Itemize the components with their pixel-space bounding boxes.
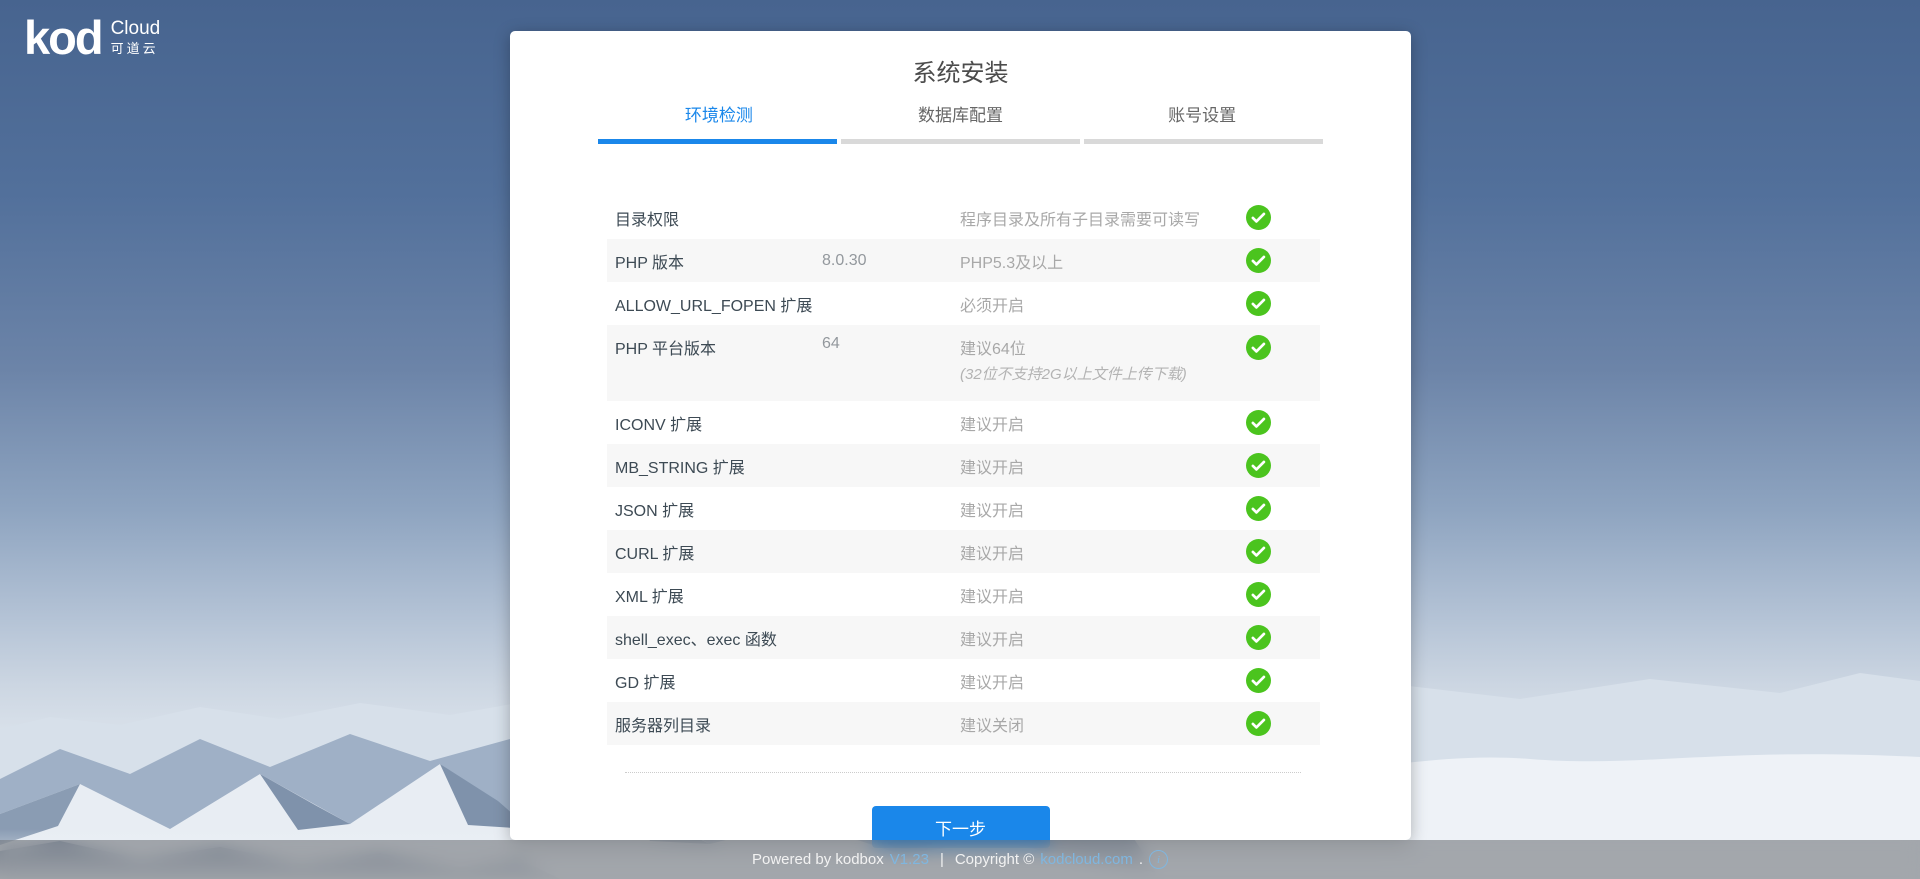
- table-row: GD 扩展 建议开启: [607, 659, 1320, 702]
- check-success-icon: [1246, 248, 1271, 273]
- check-item-requirement: 建议开启: [960, 540, 1246, 564]
- kodcloud-logo: kod Cloud 可道云: [24, 14, 160, 61]
- check-item-requirement: 建议关闭: [960, 712, 1246, 736]
- table-row: 目录权限 程序目录及所有子目录需要可读写: [607, 196, 1320, 239]
- table-row: PHP 平台版本 64 建议64位 (32位不支持2G以上文件上传下载): [607, 325, 1320, 401]
- table-row: 服务器列目录 建议关闭: [607, 702, 1320, 745]
- check-success-icon: [1246, 625, 1271, 650]
- check-success-icon: [1246, 496, 1271, 521]
- check-item-value: 64: [822, 335, 960, 353]
- check-item-requirement: PHP5.3及以上: [960, 249, 1246, 273]
- footer-separator: |: [940, 851, 944, 868]
- check-success-icon: [1246, 668, 1271, 693]
- footer-period: .: [1139, 851, 1143, 868]
- check-success-icon: [1246, 539, 1271, 564]
- copyright-text: Copyright ©: [955, 851, 1034, 868]
- logo-cloud-text: Cloud: [111, 19, 161, 40]
- table-row: ICONV 扩展 建议开启: [607, 401, 1320, 444]
- check-item-requirement: 建议开启: [960, 454, 1246, 478]
- progress-segment-environment: [598, 139, 837, 144]
- check-item-value: 8.0.30: [822, 252, 960, 270]
- footer-bar: Powered by kodbox V1.23 | Copyright © ko…: [0, 840, 1920, 879]
- check-item-requirement: 建议开启: [960, 497, 1246, 521]
- tab-environment-check[interactable]: 环境检测: [598, 105, 840, 127]
- table-row: JSON 扩展 建议开启: [607, 487, 1320, 530]
- installer-tabs: 环境检测 数据库配置 账号设置: [598, 105, 1323, 127]
- check-item-name: JSON 扩展: [607, 497, 822, 521]
- divider: [625, 772, 1301, 773]
- tab-database-config[interactable]: 数据库配置: [840, 105, 1082, 127]
- table-row: PHP 版本 8.0.30 PHP5.3及以上: [607, 239, 1320, 282]
- info-icon[interactable]: i: [1149, 850, 1168, 869]
- check-item-name: 目录权限: [607, 206, 822, 230]
- powered-by-text: Powered by kodbox: [752, 851, 884, 868]
- kodcloud-link[interactable]: kodcloud.com: [1040, 851, 1133, 868]
- check-item-name: GD 扩展: [607, 669, 822, 693]
- check-item-name: MB_STRING 扩展: [607, 454, 822, 478]
- check-item-requirement: 建议开启: [960, 411, 1246, 435]
- logo-chinese-text: 可道云: [111, 42, 161, 56]
- check-success-icon: [1246, 410, 1271, 435]
- check-success-icon: [1246, 711, 1271, 736]
- step-progress-bar: [598, 139, 1323, 144]
- page-title: 系统安装: [510, 59, 1411, 89]
- check-item-name: PHP 版本: [607, 249, 822, 273]
- check-success-icon: [1246, 335, 1271, 360]
- progress-segment-account: [1084, 139, 1323, 144]
- version-link[interactable]: V1.23: [890, 851, 929, 868]
- check-item-name: CURL 扩展: [607, 540, 822, 564]
- check-item-requirement: 必须开启: [960, 292, 1246, 316]
- check-item-requirement: 建议64位 (32位不支持2G以上文件上传下载): [960, 335, 1246, 384]
- check-item-name: PHP 平台版本: [607, 335, 822, 359]
- check-item-name: shell_exec、exec 函数: [607, 626, 822, 650]
- table-row: shell_exec、exec 函数 建议开启: [607, 616, 1320, 659]
- check-item-name: ALLOW_URL_FOPEN 扩展: [607, 292, 822, 316]
- check-item-requirement: 建议开启: [960, 669, 1246, 693]
- check-item-name: XML 扩展: [607, 583, 822, 607]
- check-success-icon: [1246, 205, 1271, 230]
- check-success-icon: [1246, 453, 1271, 478]
- check-item-name: ICONV 扩展: [607, 411, 822, 435]
- check-item-requirement: 建议开启: [960, 626, 1246, 650]
- tab-account-setup[interactable]: 账号设置: [1081, 105, 1323, 127]
- table-row: ALLOW_URL_FOPEN 扩展 必须开启: [607, 282, 1320, 325]
- logo-kod-text: kod: [24, 14, 102, 61]
- table-row: XML 扩展 建议开启: [607, 573, 1320, 616]
- table-row: CURL 扩展 建议开启: [607, 530, 1320, 573]
- check-item-requirement: 建议开启: [960, 583, 1246, 607]
- installer-card: 系统安装 环境检测 数据库配置 账号设置 目录权限 程序目录及所有子目录需要可读…: [510, 31, 1411, 840]
- table-row: MB_STRING 扩展 建议开启: [607, 444, 1320, 487]
- check-success-icon: [1246, 582, 1271, 607]
- check-item-name: 服务器列目录: [607, 712, 822, 736]
- check-table: 目录权限 程序目录及所有子目录需要可读写 PHP 版本 8.0.30 PHP5.…: [607, 196, 1320, 745]
- progress-segment-database: [841, 139, 1080, 144]
- check-item-requirement: 程序目录及所有子目录需要可读写: [960, 206, 1246, 230]
- check-success-icon: [1246, 291, 1271, 316]
